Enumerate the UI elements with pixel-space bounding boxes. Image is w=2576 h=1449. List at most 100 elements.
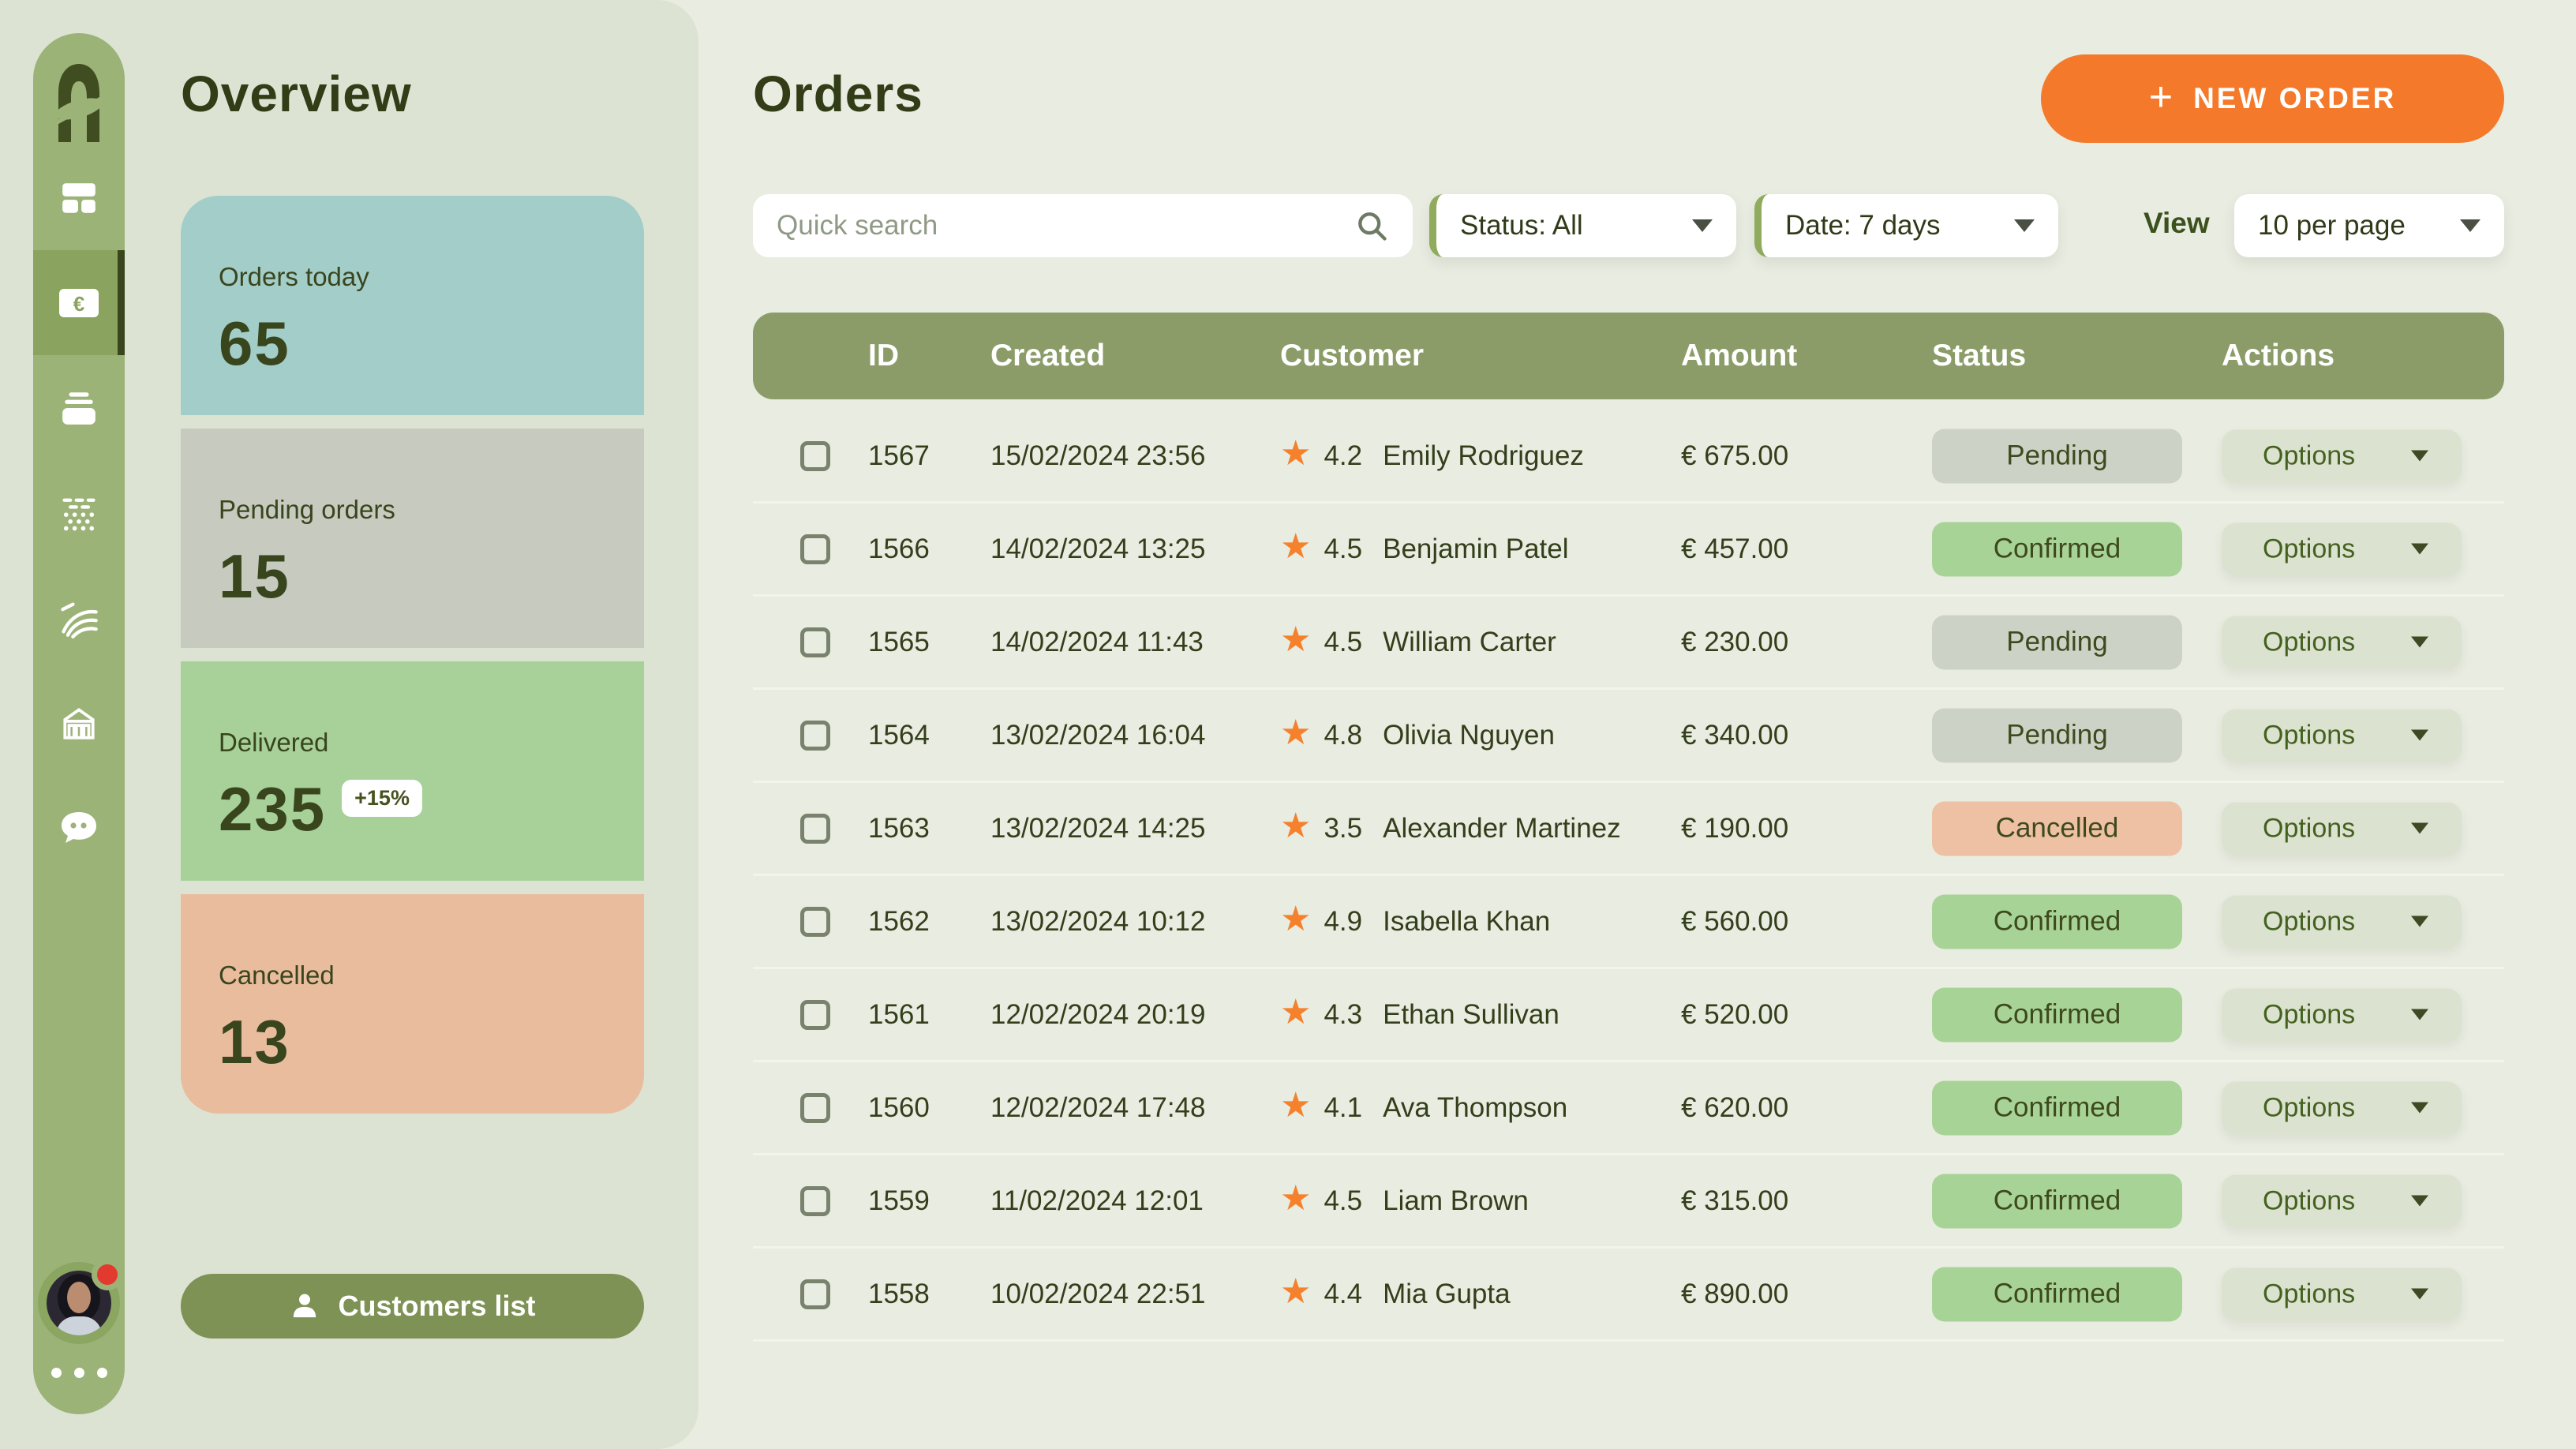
stat-label: Pending orders — [219, 495, 644, 525]
customer-name: Benjamin Patel — [1383, 534, 1568, 565]
chevron-down-icon — [2411, 823, 2428, 834]
order-created: 13/02/2024 16:04 — [990, 720, 1205, 751]
star-icon: ★ — [1280, 1088, 1311, 1123]
options-button[interactable]: Options — [2222, 1081, 2462, 1134]
trend-badge: +15% — [342, 780, 422, 817]
status-badge: Cancelled — [1932, 801, 2182, 856]
stat-card-delivered: Delivered 235 +15% — [181, 661, 644, 881]
options-button[interactable]: Options — [2222, 616, 2462, 668]
row-checkbox[interactable] — [800, 441, 830, 471]
options-button[interactable]: Options — [2222, 802, 2462, 855]
stat-cards: Orders today 65 Pending orders 15 Delive… — [181, 196, 644, 1114]
row-checkbox[interactable] — [800, 1093, 830, 1123]
order-customer: ★4.5Benjamin Patel — [1280, 534, 1569, 565]
order-customer: ★4.2Emily Rodriguez — [1280, 440, 1584, 472]
star-icon: ★ — [1280, 1181, 1311, 1216]
row-checkbox[interactable] — [800, 1279, 830, 1309]
options-button[interactable]: Options — [2222, 895, 2462, 948]
stat-value: 235 — [219, 778, 326, 840]
status-badge: Confirmed — [1932, 522, 2182, 576]
search-icon[interactable] — [1354, 208, 1389, 243]
stat-value: 15 — [219, 545, 290, 607]
customer-name: Emily Rodriguez — [1383, 440, 1584, 472]
order-id: 1559 — [868, 1185, 930, 1217]
column-header-created: Created — [990, 339, 1105, 373]
status-badge: Confirmed — [1932, 1267, 2182, 1321]
sidebar-item-dashboard[interactable] — [33, 145, 125, 250]
table-header: ID Created Customer Amount Status Action… — [753, 313, 2504, 399]
options-label: Options — [2263, 813, 2355, 844]
row-checkbox[interactable] — [800, 907, 830, 937]
more-options-icon[interactable] — [51, 1368, 107, 1378]
star-icon: ★ — [1280, 716, 1311, 751]
order-amount: € 340.00 — [1681, 720, 1788, 751]
table-row: 156614/02/2024 13:25★4.5Benjamin Patel€ … — [753, 504, 2504, 597]
customer-name: Ethan Sullivan — [1383, 999, 1559, 1031]
chevron-down-icon — [1692, 219, 1713, 232]
date-filter-dropdown[interactable]: Date: 7 days — [1754, 194, 2058, 257]
sidebar-item-fields[interactable] — [33, 565, 125, 670]
search-input[interactable] — [777, 210, 1354, 242]
row-checkbox[interactable] — [800, 1186, 830, 1216]
order-created: 14/02/2024 13:25 — [990, 534, 1205, 565]
options-label: Options — [2263, 999, 2355, 1030]
status-badge: Confirmed — [1932, 894, 2182, 949]
order-created: 14/02/2024 11:43 — [990, 627, 1204, 658]
order-amount: € 520.00 — [1681, 999, 1788, 1031]
svg-text:€: € — [73, 292, 84, 316]
row-checkbox[interactable] — [800, 534, 830, 564]
per-page-dropdown[interactable]: 10 per page — [2234, 194, 2504, 257]
user-avatar[interactable] — [38, 1262, 120, 1344]
options-button[interactable]: Options — [2222, 1267, 2462, 1320]
customer-name: Liam Brown — [1383, 1185, 1529, 1217]
status-filter-dropdown[interactable]: Status: All — [1429, 194, 1736, 257]
sidebar-item-farm[interactable] — [33, 670, 125, 775]
customer-rating: 4.9 — [1324, 906, 1362, 938]
row-checkbox[interactable] — [800, 1000, 830, 1030]
options-button[interactable]: Options — [2222, 1174, 2462, 1227]
status-badge: Pending — [1932, 708, 2182, 762]
row-checkbox[interactable] — [800, 814, 830, 844]
stat-value: 65 — [219, 313, 290, 374]
per-page-value: 10 per page — [2258, 210, 2406, 242]
column-header-amount: Amount — [1681, 339, 1797, 373]
order-id: 1563 — [868, 813, 930, 844]
table-row: 156514/02/2024 11:43★4.5William Carter€ … — [753, 597, 2504, 690]
status-badge: Confirmed — [1932, 1174, 2182, 1228]
row-checkbox[interactable] — [800, 627, 830, 657]
order-customer: ★4.5Liam Brown — [1280, 1185, 1529, 1217]
options-button[interactable]: Options — [2222, 709, 2462, 762]
options-button[interactable]: Options — [2222, 429, 2462, 482]
table-row: 156413/02/2024 16:04★4.8Olivia Nguyen€ 3… — [753, 690, 2504, 783]
options-button[interactable]: Options — [2222, 988, 2462, 1041]
order-customer: ★4.9Isabella Khan — [1280, 906, 1550, 938]
stat-label: Cancelled — [219, 960, 644, 990]
sidebar-item-irrigation[interactable] — [33, 460, 125, 565]
row-checkbox[interactable] — [800, 721, 830, 751]
date-filter-value: Date: 7 days — [1785, 210, 1941, 242]
order-amount: € 457.00 — [1681, 534, 1788, 565]
star-icon: ★ — [1280, 809, 1311, 844]
sidebar-item-inventory[interactable] — [33, 355, 125, 460]
column-header-customer: Customer — [1280, 339, 1424, 373]
table-row: 156715/02/2024 23:56★4.2Emily Rodriguez€… — [753, 410, 2504, 504]
customers-list-button[interactable]: Customers list — [181, 1274, 644, 1339]
customer-name: Isabella Khan — [1383, 906, 1550, 938]
star-icon: ★ — [1280, 1275, 1311, 1309]
new-order-label: NEW ORDER — [2193, 82, 2396, 115]
column-header-status: Status — [1932, 339, 2026, 373]
customer-name: Olivia Nguyen — [1383, 720, 1555, 751]
sidebar-item-messages[interactable] — [33, 775, 125, 880]
table-row: 156112/02/2024 20:19★4.3Ethan Sullivan€ … — [753, 969, 2504, 1062]
stat-value: 13 — [219, 1011, 290, 1073]
order-amount: € 315.00 — [1681, 1185, 1788, 1217]
options-button[interactable]: Options — [2222, 522, 2462, 575]
plus-icon: + — [2149, 77, 2173, 118]
options-label: Options — [2263, 720, 2355, 751]
customer-rating: 4.5 — [1324, 627, 1362, 658]
stat-card-pending-orders: Pending orders 15 — [181, 429, 644, 648]
sidebar-item-orders-payments[interactable]: € — [33, 250, 125, 355]
table-row: 156313/02/2024 14:25★3.5Alexander Martin… — [753, 783, 2504, 876]
new-order-button[interactable]: + NEW ORDER — [2041, 54, 2504, 143]
overview-title: Overview — [181, 65, 412, 123]
